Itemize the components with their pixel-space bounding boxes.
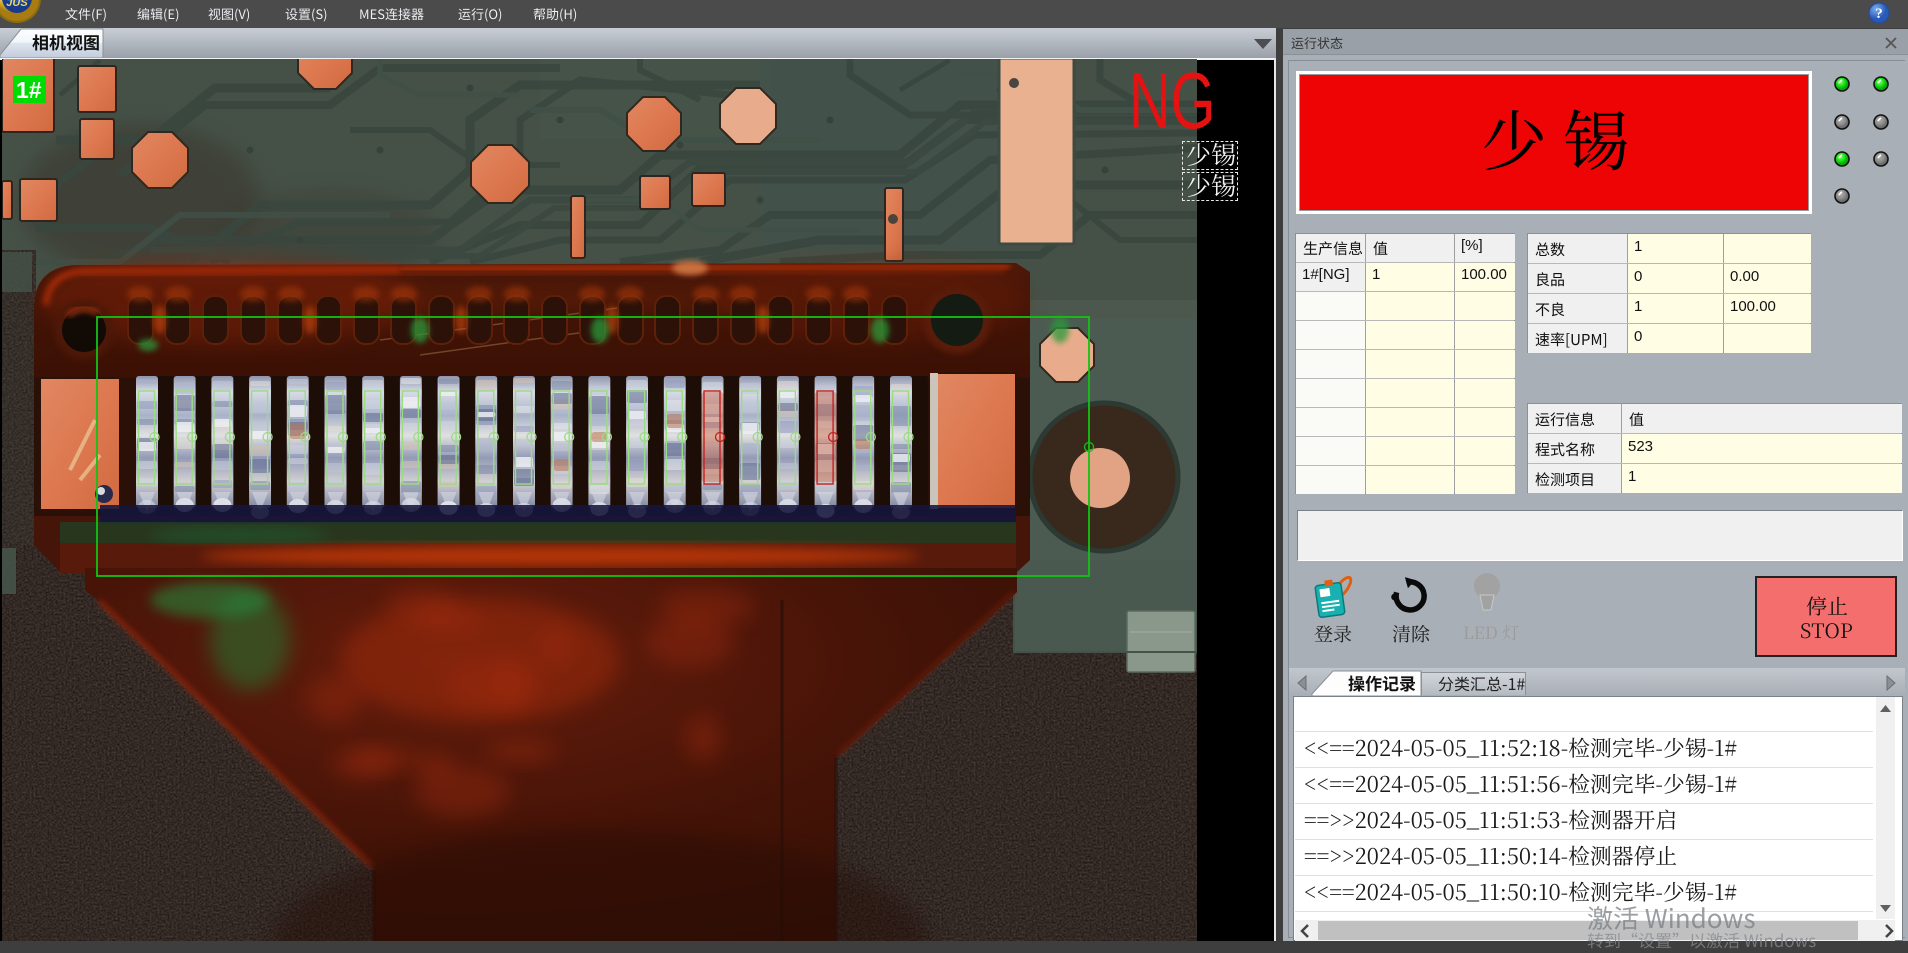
- svg-text:?: ?: [1875, 6, 1883, 22]
- svg-text:JUS: JUS: [6, 0, 28, 9]
